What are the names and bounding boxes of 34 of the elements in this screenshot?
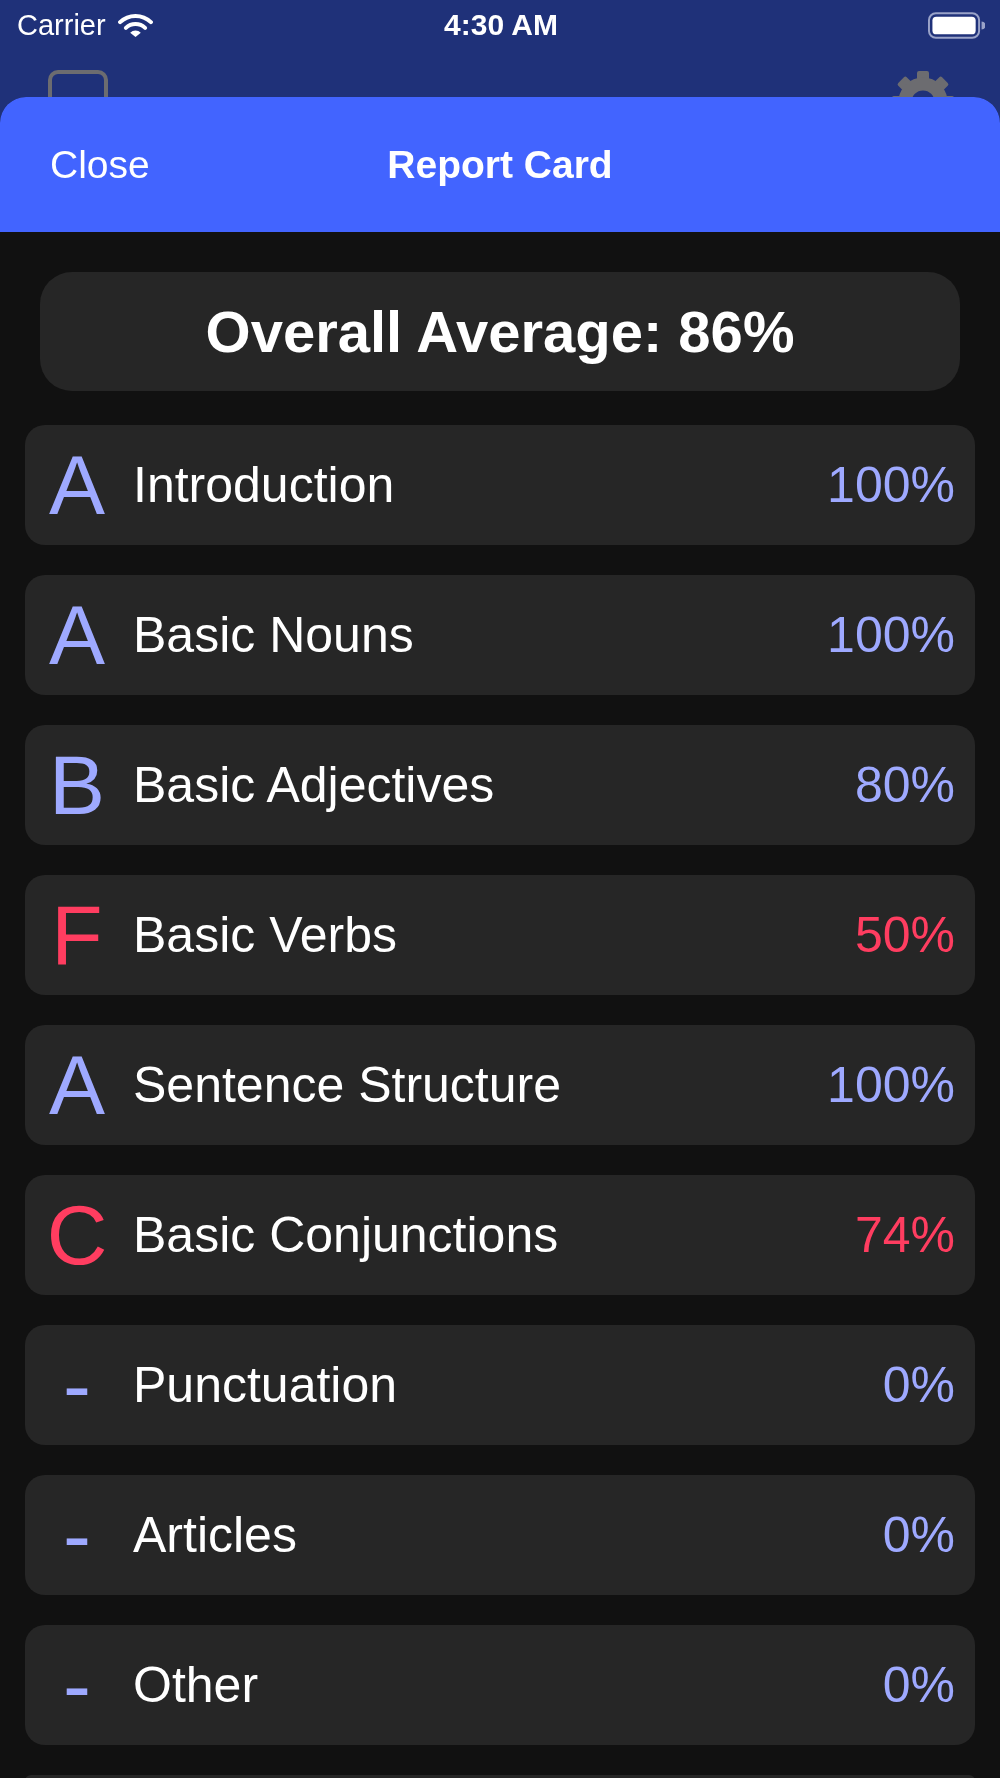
chapter-name: Other [133, 1656, 259, 1715]
status-time: 4:30 AM [444, 8, 558, 42]
chapter-score: 100% [827, 606, 955, 665]
chapter-score: 0% [882, 1506, 955, 1565]
chapter-name: Basic Adjectives [133, 756, 495, 815]
chapter-name: Articles [133, 1506, 297, 1565]
chapter-name: Sentence Structure [133, 1056, 562, 1115]
grade-letter: - [62, 1490, 92, 1580]
chapter-name: Basic Nouns [133, 606, 414, 665]
overall-average-banner: Overall Average: 86% [40, 272, 960, 391]
chapter-name: Punctuation [133, 1356, 398, 1415]
close-button[interactable]: Close [50, 141, 150, 188]
chapter-name: Basic Verbs [133, 906, 397, 965]
grade-letter: C [45, 1190, 109, 1280]
grade-letter: A [48, 440, 106, 530]
grade-letter: A [48, 1040, 106, 1130]
grade-letter: F [50, 890, 104, 980]
chapter-score: 100% [827, 1056, 955, 1115]
dialog-title: Report Card [387, 141, 613, 188]
chapter-name: Basic Conjunctions [133, 1206, 559, 1265]
chapter-score: 0% [882, 1656, 955, 1715]
carrier-label: Carrier [17, 8, 106, 42]
battery-icon [928, 11, 985, 39]
chapter-score: 0% [882, 1356, 955, 1415]
grade-letter: A [48, 590, 106, 680]
grade-letter: B [48, 740, 106, 830]
chapter-score: 100% [827, 456, 955, 515]
chapter-score: 50% [854, 906, 955, 965]
chapter-score: 74% [854, 1206, 955, 1265]
grade-letter: - [62, 1340, 92, 1430]
chapter-name: Introduction [133, 456, 395, 515]
chapter-score: 80% [854, 756, 955, 815]
grade-letter: - [62, 1640, 92, 1730]
wifi-icon [117, 12, 153, 38]
